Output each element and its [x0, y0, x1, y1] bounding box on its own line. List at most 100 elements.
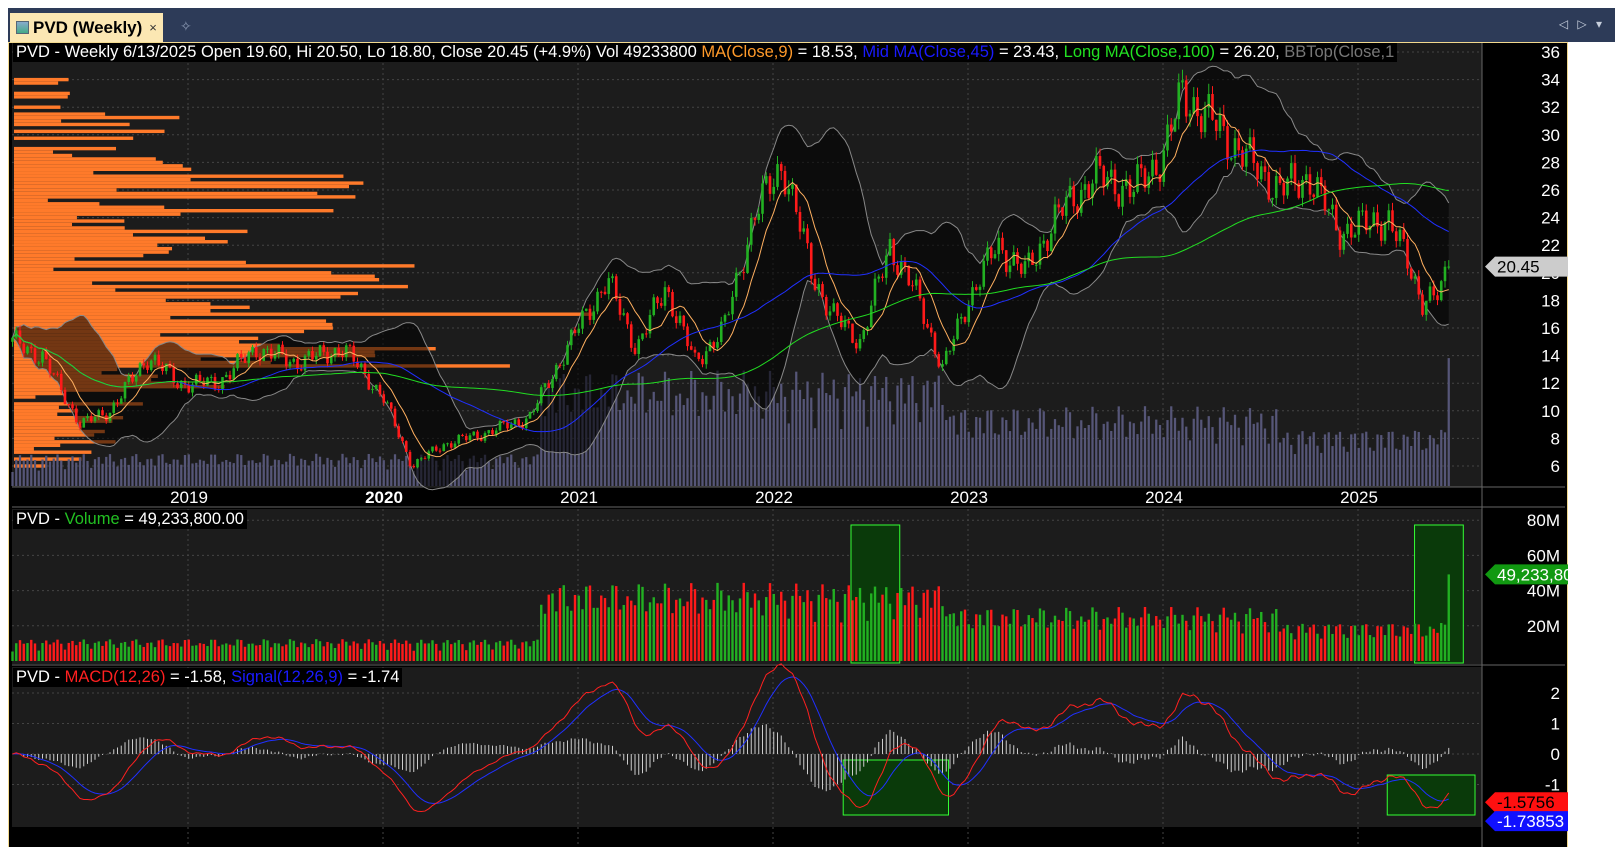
candle-body [112, 402, 116, 413]
volume-bar [1121, 612, 1124, 661]
volume-bar [720, 590, 723, 661]
price-pane-volume-bar [978, 417, 982, 486]
candle-body [1394, 231, 1398, 242]
price-pane-volume-bar [1237, 427, 1240, 486]
price-pane-volume-bar [213, 454, 217, 486]
volume-bar [761, 615, 764, 661]
volume-bar [847, 585, 850, 661]
candle-body [513, 419, 517, 425]
volume-bar [348, 645, 352, 661]
price-pane-volume-bar [667, 377, 670, 486]
volume-bar [363, 643, 367, 661]
volume-bar [468, 642, 472, 661]
price-pane-volume-bar [525, 457, 528, 486]
volume-bar [821, 584, 824, 661]
volume-bar [573, 594, 577, 661]
candle-body [251, 346, 254, 353]
volume-bar [1207, 613, 1210, 661]
price-pane-volume-bar [116, 466, 119, 486]
price-pane-volume-bar [307, 465, 310, 486]
volume-profile-bar [14, 115, 180, 120]
volume-bar [416, 642, 419, 661]
volume-bar [206, 646, 209, 661]
candle-body [1417, 276, 1421, 295]
volume-bar [56, 639, 59, 661]
price-pane-volume-bar [510, 454, 513, 486]
volume-bar [656, 603, 659, 661]
volume-bar [30, 639, 33, 661]
volume-bar [723, 610, 727, 661]
price-pane-volume-bar [607, 406, 610, 486]
price-pane-volume-bar [1428, 435, 1432, 486]
volume-bar [742, 582, 745, 661]
price-pane-volume-bar [153, 465, 157, 486]
volume-profile-bar [14, 291, 358, 296]
price-pane-volume-bar [93, 459, 97, 486]
price-pane-volume-bar [663, 371, 667, 486]
candle-body [558, 364, 562, 366]
candle-body [832, 303, 836, 312]
candle-body [1064, 196, 1068, 216]
price-pane-volume-bar [281, 464, 284, 486]
volume-bar [247, 643, 250, 661]
candle-body [33, 348, 37, 363]
candle-body [817, 284, 821, 290]
price-pane-volume-bar [75, 462, 78, 486]
price-pane-volume-bar [1057, 425, 1060, 486]
volume-bar [963, 609, 967, 661]
candle-body [674, 316, 678, 323]
price-pane-volume-bar [1215, 443, 1218, 486]
candle-body [682, 315, 686, 327]
candle-body [26, 346, 29, 354]
volume-bar [1297, 626, 1300, 661]
volume-bar [525, 641, 528, 661]
price-pane-volume-bar [1158, 425, 1162, 486]
volume-bar [1080, 616, 1083, 661]
candle-body [239, 354, 243, 358]
volume-bar [652, 597, 655, 661]
bbtop-label: BBTop(Close,1 [1284, 43, 1395, 61]
volume-bar [600, 595, 603, 661]
price-pane-volume-bar [135, 454, 138, 486]
candle-body [922, 298, 926, 324]
candle-body [599, 291, 603, 293]
volume-bar [1016, 610, 1019, 661]
candle-body [847, 320, 851, 324]
price-pane-volume-bar [712, 395, 715, 486]
candle-body [318, 345, 322, 356]
candle-body [768, 176, 772, 194]
price-pane-volume-bar [1425, 448, 1428, 486]
candle-body [783, 170, 787, 195]
candle-body [59, 373, 63, 390]
volume-profile-bar [14, 284, 408, 289]
volume-bar [15, 643, 18, 661]
price-pane-volume-bar [870, 386, 873, 486]
volume-bar [746, 592, 749, 661]
volume-bar [971, 628, 974, 661]
volume-bar [210, 639, 213, 661]
price-pane-volume-bar [270, 465, 273, 486]
candle-body [314, 355, 318, 360]
volume-profile-bar [14, 157, 156, 161]
volume-bar [1365, 624, 1368, 661]
candle-body [292, 358, 296, 362]
volume-bar [1200, 616, 1203, 661]
chart-canvas[interactable]: 3634323028262422201816141210862019202020… [0, 0, 1615, 847]
volume-profile-bar [14, 215, 77, 220]
volume-bar [135, 639, 138, 661]
candle-body [1113, 169, 1117, 195]
candle-body [1102, 165, 1106, 187]
signal-label: Signal(12,26,9) [231, 668, 343, 686]
volume-bar [1155, 616, 1158, 661]
candle-body [978, 286, 982, 290]
volume-tick-label: 20M [1527, 617, 1560, 636]
price-tick-label: 28 [1541, 153, 1560, 172]
price-pane-volume-bar [990, 410, 993, 486]
candle-body [1361, 210, 1364, 212]
price-pane-volume-bar [333, 466, 337, 486]
volume-bar [776, 604, 779, 661]
candle-body [772, 186, 776, 194]
price-pane-volume-bar [795, 371, 798, 486]
volume-bar [405, 640, 408, 661]
candle-body [1001, 237, 1004, 251]
